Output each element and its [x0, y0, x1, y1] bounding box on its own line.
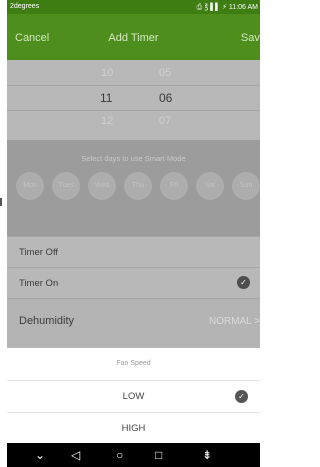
- picker-divider: [7, 85, 260, 86]
- left-edge: [0, 0, 7, 467]
- day-fri[interactable]: Fri: [160, 172, 188, 200]
- picker-divider: [7, 110, 260, 111]
- hour-option[interactable]: 10: [101, 67, 113, 79]
- time-picker[interactable]: 10 05 11 06 12 07: [7, 60, 260, 140]
- fan-option-low[interactable]: LOW ✓: [7, 380, 260, 413]
- timer-off-label: Timer Off: [19, 247, 59, 258]
- check-icon: ✓: [237, 276, 250, 289]
- day-tues[interactable]: Tues: [52, 172, 80, 200]
- home-icon[interactable]: ○: [116, 448, 123, 462]
- timer-on-label: Timer On: [19, 278, 59, 289]
- day-sun[interactable]: Sun: [232, 172, 260, 200]
- edge-tick: [0, 198, 2, 206]
- status-icons-time: ⎙ ℥ ▌▌ ⚡ 11:06 AM: [196, 4, 258, 11]
- carrier-name: 2degrees: [10, 3, 40, 10]
- mode-label: Dehumidity: [19, 315, 75, 327]
- phone-screen: 2degrees ⎙ ℥ ▌▌ ⚡ 11:06 AM Cancel Add Ti…: [7, 0, 260, 467]
- page-title: Add Timer: [108, 32, 159, 44]
- hour-option[interactable]: 12: [101, 115, 113, 127]
- app-header: Cancel Add Timer Save: [7, 14, 260, 60]
- fan-speed-sheet: Fan Speed LOW ✓ HIGH: [7, 348, 260, 443]
- timer-on-row[interactable]: Timer On ✓: [7, 267, 260, 298]
- status-bar: 2degrees ⎙ ℥ ▌▌ ⚡ 11:06 AM: [7, 0, 260, 14]
- fan-option-high[interactable]: HIGH: [7, 412, 260, 445]
- day-mon[interactable]: Mon: [16, 172, 44, 200]
- minute-option[interactable]: 05: [159, 67, 171, 79]
- day-thu[interactable]: Thu: [124, 172, 152, 200]
- fan-option-label: HIGH: [121, 423, 146, 434]
- day-wed[interactable]: Wed: [88, 172, 116, 200]
- chevron-down-icon[interactable]: ⌄: [35, 448, 45, 462]
- back-icon[interactable]: ◁: [71, 448, 80, 462]
- mode-value: NORMAL >: [208, 316, 260, 327]
- download-icon[interactable]: ⇟: [202, 448, 212, 462]
- check-icon: ✓: [235, 390, 248, 403]
- dehumidity-row[interactable]: Dehumidity NORMAL >: [7, 298, 260, 347]
- fan-option-label: LOW: [122, 391, 145, 402]
- minute-option[interactable]: 07: [159, 115, 171, 127]
- sheet-title: Fan Speed: [116, 360, 151, 367]
- hour-selected[interactable]: 11: [100, 91, 112, 105]
- save-button[interactable]: Save: [241, 32, 260, 44]
- day-sat[interactable]: Sat: [196, 172, 224, 200]
- minute-selected[interactable]: 06: [159, 91, 172, 105]
- recents-icon[interactable]: □: [155, 448, 162, 462]
- days-label: Select days to use Smart Mode: [81, 154, 186, 163]
- android-nav-bar: ⌄ ◁ ○ □ ⇟: [7, 443, 260, 467]
- timer-off-row[interactable]: Timer Off: [7, 236, 260, 267]
